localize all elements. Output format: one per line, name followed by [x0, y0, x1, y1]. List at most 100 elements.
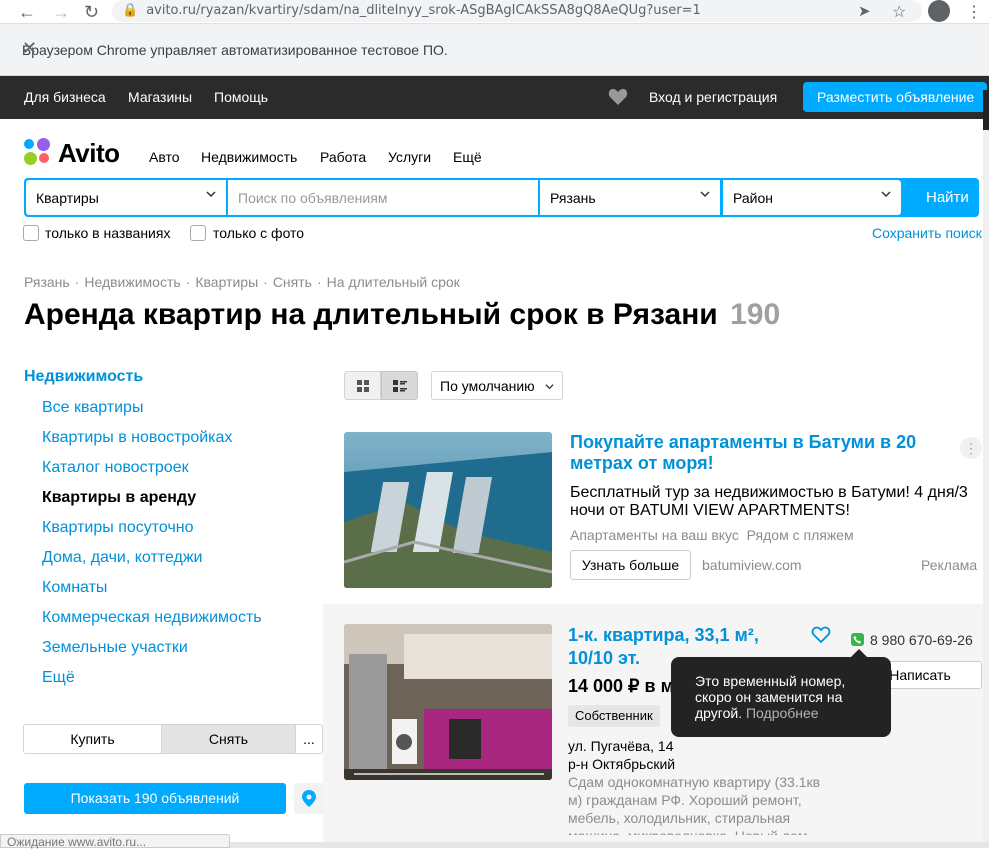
- menu-icon[interactable]: ⋮: [966, 2, 982, 22]
- sidebar-item-rooms[interactable]: Комнаты: [42, 579, 107, 597]
- chevron-down-icon: [700, 191, 710, 198]
- chevron-down-icon: [206, 191, 216, 198]
- city-select[interactable]: Рязань: [540, 180, 720, 215]
- chevron-down-icon: [545, 384, 554, 390]
- listing-image[interactable]: [344, 624, 552, 780]
- address-bar[interactable]: 🔒 avito.ru/ryazan/kvartiry/sdam/na_dlitel…: [112, 0, 922, 22]
- owner-badge: Собственник: [568, 705, 660, 727]
- ad-domain-link[interactable]: batumiview.com: [702, 557, 802, 573]
- favorites-heart-icon[interactable]: [608, 88, 628, 106]
- only-titles-label: только в названиях: [45, 225, 171, 241]
- breadcrumb-item[interactable]: Рязань: [24, 274, 70, 290]
- sidebar-item-land[interactable]: Земельные участки: [42, 639, 188, 657]
- listing-phone[interactable]: 8 980 670-69-26: [870, 632, 973, 648]
- city-select-value: Рязань: [550, 190, 596, 206]
- tooltip-more-link[interactable]: Подробнее: [746, 705, 819, 721]
- breadcrumb-item[interactable]: На длительный срок: [327, 274, 460, 290]
- district-select[interactable]: Район: [723, 180, 901, 215]
- post-ad-button[interactable]: Разместить объявление: [803, 82, 987, 112]
- list-view-button[interactable]: [381, 371, 418, 400]
- only-photo-checkbox[interactable]: [190, 225, 206, 241]
- avito-logo-icon[interactable]: [23, 138, 55, 168]
- deal-type-tabs: Купить Снять ...: [23, 724, 323, 754]
- tooltip-arrow: [851, 649, 867, 657]
- sidebar-item-daily[interactable]: Квартиры посуточно: [42, 519, 194, 537]
- breadcrumb-item[interactable]: Недвижимость: [84, 274, 180, 290]
- nav-shops[interactable]: Магазины: [128, 89, 192, 105]
- sort-select-value: По умолчанию: [440, 378, 535, 394]
- grid-view-button[interactable]: [344, 371, 381, 400]
- save-search-link[interactable]: Сохранить поиск: [872, 225, 982, 241]
- category-more[interactable]: Ещё: [453, 149, 482, 165]
- search-input[interactable]: Поиск по объявлениям: [228, 180, 538, 215]
- map-pin-icon: [302, 790, 316, 807]
- search-submit-button[interactable]: Найти: [926, 189, 969, 206]
- ad-title-link[interactable]: Покупайте апартаменты в Батуми в 20 метр…: [570, 432, 960, 474]
- category-services[interactable]: Услуги: [388, 149, 431, 165]
- category-realty[interactable]: Недвижимость: [201, 149, 297, 165]
- send-icon[interactable]: ➤: [858, 2, 871, 20]
- show-results-button[interactable]: Показать 190 объявлений: [24, 783, 286, 814]
- breadcrumb-item[interactable]: Квартиры: [195, 274, 258, 290]
- sidebar-item-new-buildings[interactable]: Квартиры в новостройках: [42, 429, 232, 447]
- sidebar-item-more[interactable]: Ещё: [42, 669, 75, 687]
- forward-icon[interactable]: →: [52, 2, 70, 23]
- category-auto[interactable]: Авто: [149, 149, 180, 165]
- search-bar: Квартиры Поиск по объявлениям Рязань Рай…: [24, 178, 979, 217]
- listing-description: Сдам однокомнатную квартиру (33.1кв м) г…: [568, 774, 821, 835]
- sidebar-item-houses[interactable]: Дома, дачи, коттеджи: [42, 549, 202, 567]
- kitchen-photo: [344, 624, 552, 780]
- only-titles-checkbox[interactable]: [23, 225, 39, 241]
- bookmark-star-icon[interactable]: ☆: [892, 2, 906, 22]
- district-select-value: Район: [733, 190, 773, 206]
- tab-rent[interactable]: Снять: [162, 725, 296, 753]
- sidebar-item-commercial[interactable]: Коммерческая недвижимость: [42, 609, 262, 627]
- grid-icon: [357, 380, 369, 392]
- listing-district: р-н Октябрьский: [568, 756, 676, 772]
- login-link[interactable]: Вход и регистрация: [649, 89, 777, 105]
- scrollbar-thumb[interactable]: [983, 90, 989, 130]
- profile-icon[interactable]: [928, 0, 950, 22]
- listing-price: 14 000 ₽ в м: [568, 676, 674, 696]
- close-icon[interactable]: ✕: [22, 38, 977, 59]
- temporary-number-tooltip: Это временный номер, скоро он заменится …: [671, 657, 891, 737]
- building-photo: [344, 432, 552, 588]
- learn-more-button[interactable]: Узнать больше: [570, 550, 691, 580]
- ad-image[interactable]: [344, 432, 552, 588]
- result-count: 190: [730, 298, 781, 331]
- sidebar-item-rent-active[interactable]: Квартиры в аренду: [42, 489, 196, 507]
- breadcrumb: Рязань · Недвижимость · Квартиры · Снять · На дл…: [24, 274, 460, 290]
- more-options-icon[interactable]: ⋮: [960, 437, 982, 459]
- breadcrumb-item[interactable]: Снять: [273, 274, 312, 290]
- tab-more[interactable]: ...: [296, 725, 322, 753]
- sidebar-item-all-flats[interactable]: Все квартиры: [42, 399, 143, 417]
- page-title: Аренда квартир на длительный срок в Ряза…: [24, 298, 780, 332]
- sidebar-item-catalog[interactable]: Каталог новостроек: [42, 459, 189, 477]
- status-bar: Ожидание www.avito.ru...: [0, 834, 230, 849]
- map-button[interactable]: [294, 783, 324, 814]
- automation-infobar: Браузером Chrome управляет автоматизиров…: [0, 24, 989, 76]
- search-placeholder: Поиск по объявлениям: [238, 190, 388, 206]
- ad-label: Реклама: [921, 557, 978, 573]
- sort-select[interactable]: По умолчанию: [431, 371, 563, 400]
- nav-business[interactable]: Для бизнеса: [24, 89, 106, 105]
- logo-text[interactable]: Avito: [58, 138, 120, 169]
- phone-shield-icon: [851, 633, 864, 646]
- category-select-value: Квартиры: [36, 190, 99, 206]
- only-photo-label: только с фото: [213, 225, 305, 241]
- page-title-text: Аренда квартир на длительный срок в Ряза…: [24, 298, 718, 331]
- favorite-heart-icon[interactable]: [811, 626, 831, 644]
- back-icon[interactable]: ←: [18, 2, 36, 23]
- category-jobs[interactable]: Работа: [320, 149, 366, 165]
- list-icon: [393, 380, 407, 392]
- tab-buy[interactable]: Купить: [24, 725, 162, 753]
- sidebar-title[interactable]: Недвижимость: [24, 368, 143, 386]
- url-text: avito.ru/ryazan/kvartiry/sdam/na_dliteln…: [146, 3, 701, 18]
- reload-icon[interactable]: ↻: [84, 2, 99, 23]
- lock-icon: 🔒: [122, 3, 139, 18]
- category-select[interactable]: Квартиры: [26, 180, 226, 215]
- ad-description: Бесплатный тур за недвижимостью в Батуми…: [570, 484, 968, 519]
- nav-help[interactable]: Помощь: [214, 89, 268, 105]
- vertical-scrollbar[interactable]: [983, 90, 989, 842]
- listing-address: ул. Пугачёва, 14: [568, 738, 674, 754]
